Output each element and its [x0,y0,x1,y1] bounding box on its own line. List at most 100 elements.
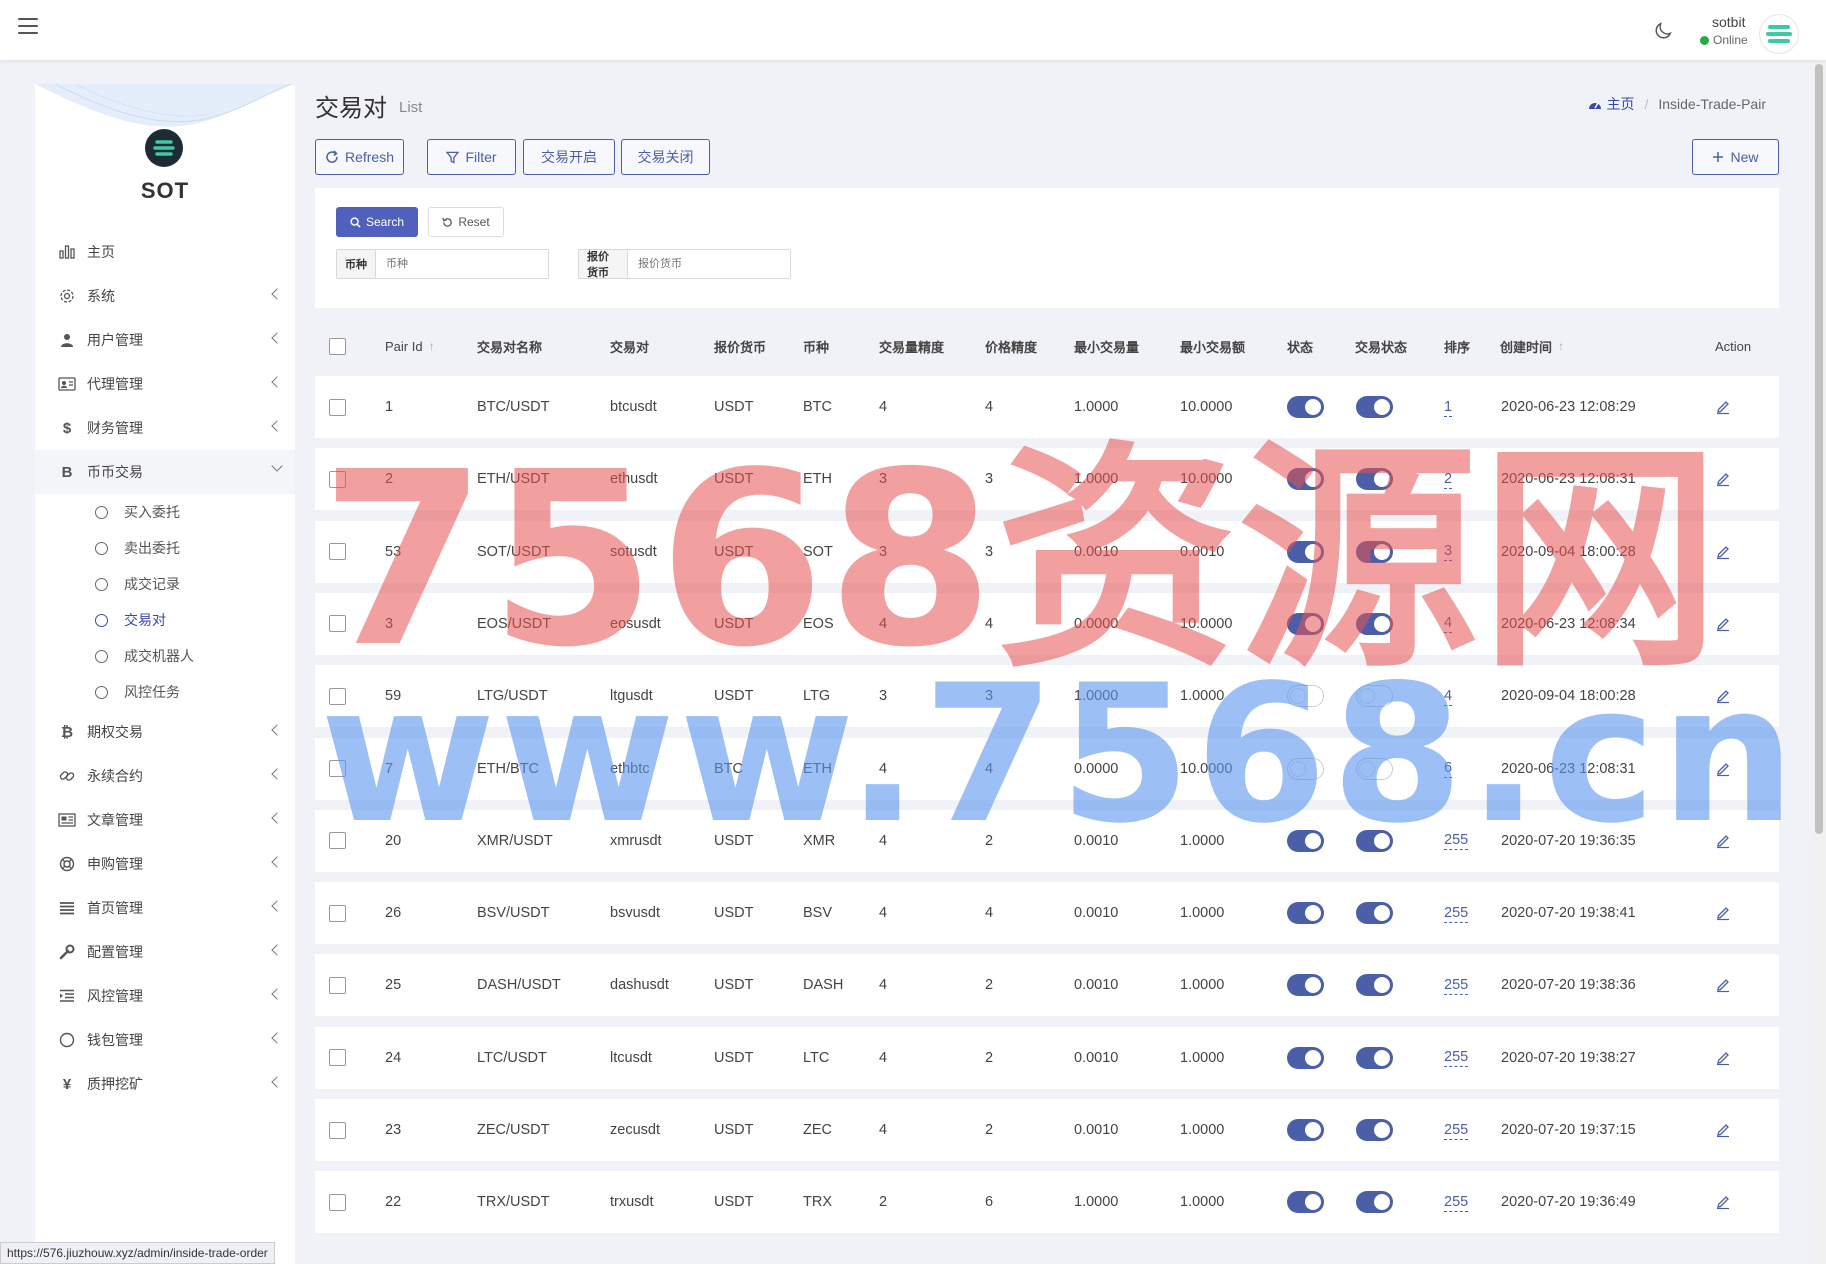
sidebar-item-agents[interactable]: 代理管理 [35,362,295,406]
row-checkbox[interactable] [329,470,346,488]
close-trade-button[interactable]: 交易关闭 [621,139,710,175]
trade-status-toggle[interactable] [1356,1046,1393,1069]
sidebar-item-articles[interactable]: 文章管理 [35,798,295,842]
sort-editable[interactable]: 255 [1444,1121,1469,1140]
trade-status-toggle[interactable] [1356,396,1393,418]
trade-status-toggle[interactable] [1356,685,1393,708]
row-checkbox[interactable] [329,687,346,705]
reset-button[interactable]: Reset [428,207,504,237]
sort-editable[interactable]: 2 [1444,470,1453,489]
trade-status-toggle[interactable] [1356,757,1393,780]
edit-icon[interactable] [1715,688,1731,704]
sidebar-item-coin-trading[interactable]: B 币币交易 [35,450,295,494]
open-trade-button[interactable]: 交易开启 [523,139,615,175]
edit-icon[interactable] [1715,761,1731,777]
status-toggle[interactable] [1287,974,1324,997]
status-toggle[interactable] [1287,685,1324,708]
row-checkbox[interactable] [329,1049,346,1067]
status-toggle[interactable] [1287,757,1324,780]
breadcrumb-home[interactable]: 主页 [1588,94,1634,114]
coin-filter-input[interactable] [376,250,548,278]
dark-mode-moon-icon[interactable] [1652,20,1674,42]
quote-filter-input[interactable] [628,250,790,278]
filter-button[interactable]: Filter [427,139,516,175]
sort-editable[interactable]: 255 [1444,976,1469,995]
page-scrollbar[interactable] [1812,60,1826,1264]
row-checkbox[interactable] [329,615,346,633]
sidebar-subitem-buy-orders[interactable]: 买入委托 [35,494,295,530]
trade-status-toggle[interactable] [1356,829,1393,852]
edit-icon[interactable] [1715,1050,1731,1066]
edit-icon[interactable] [1715,399,1731,415]
sidebar-item-system[interactable]: 系统 [35,274,295,318]
scrollbar-thumb[interactable] [1815,64,1823,834]
row-checkbox[interactable] [329,832,346,850]
sort-editable[interactable]: 4 [1444,614,1453,634]
row-checkbox[interactable] [329,398,346,416]
trade-status-toggle[interactable] [1356,1191,1393,1214]
edit-icon[interactable] [1715,471,1731,487]
trade-status-toggle[interactable] [1356,468,1393,491]
sidebar-subitem-trade-robot[interactable]: 成交机器人 [35,638,295,674]
new-button[interactable]: New [1692,139,1779,175]
row-checkbox[interactable] [329,1193,346,1211]
row-checkbox[interactable] [329,904,346,922]
trade-status-toggle[interactable] [1356,974,1393,997]
trade-status-toggle[interactable] [1356,902,1393,925]
status-toggle[interactable] [1287,1191,1324,1214]
sidebar-item-users[interactable]: 用户管理 [35,318,295,362]
edit-icon[interactable] [1715,616,1731,632]
status-toggle[interactable] [1287,540,1324,563]
cell-price-precision: 6 [985,1194,994,1211]
sidebar-item-wallet[interactable]: 钱包管理 [35,1018,295,1062]
edit-icon[interactable] [1715,1194,1731,1210]
status-toggle[interactable] [1287,1119,1324,1141]
sidebar-subitem-risk-tasks[interactable]: 风控任务 [35,674,295,710]
trade-status-toggle[interactable] [1356,540,1393,563]
refresh-button[interactable]: Refresh [315,139,404,175]
sort-editable[interactable]: 255 [1444,1048,1469,1068]
trade-status-toggle[interactable] [1356,612,1393,635]
edit-icon[interactable] [1715,977,1731,993]
status-toggle[interactable] [1287,829,1324,852]
search-button[interactable]: Search [336,207,418,237]
sidebar-item-finance[interactable]: $ 财务管理 [35,406,295,450]
sidebar-item-staking[interactable]: ¥ 质押挖矿 [35,1062,295,1106]
sidebar-subitem-trade-records[interactable]: 成交记录 [35,566,295,602]
sidebar-item-risk[interactable]: 风控管理 [35,974,295,1018]
sort-editable[interactable]: 6 [1444,759,1453,778]
row-checkbox[interactable] [329,760,346,777]
status-toggle[interactable] [1287,1046,1324,1069]
sort-editable[interactable]: 1 [1444,398,1453,417]
edit-icon[interactable] [1715,1122,1731,1138]
sidebar-item-perpetual[interactable]: 永续合约 [35,754,295,798]
sort-editable[interactable]: 4 [1444,687,1453,706]
sidebar-subitem-trade-pairs[interactable]: 交易对 [35,602,295,638]
avatar[interactable] [1760,15,1798,53]
sort-editable[interactable]: 255 [1444,1193,1469,1212]
menu-toggle-icon[interactable] [18,18,38,36]
sidebar-item-config[interactable]: 配置管理 [35,930,295,974]
select-all-checkbox[interactable] [329,337,346,355]
header-created[interactable]: 创建时间 ↑ [1500,328,1564,364]
sidebar-item-subscriptions[interactable]: 申购管理 [35,842,295,886]
sidebar-item-homepage[interactable]: 首页管理 [35,886,295,930]
sidebar-item-home[interactable]: 主页 [35,230,295,274]
sort-editable[interactable]: 3 [1444,542,1453,562]
status-toggle[interactable] [1287,902,1324,925]
sidebar-subitem-sell-orders[interactable]: 卖出委托 [35,530,295,566]
sort-editable[interactable]: 255 [1444,831,1469,851]
row-checkbox[interactable] [329,543,346,561]
edit-icon[interactable] [1715,905,1731,921]
status-toggle[interactable] [1287,468,1324,491]
row-checkbox[interactable] [329,1121,346,1139]
sidebar-item-options[interactable]: ₿ 期权交易 [35,710,295,754]
edit-icon[interactable] [1715,833,1731,849]
status-toggle[interactable] [1287,396,1324,418]
header-pair-id[interactable]: Pair Id ↑ [385,328,435,364]
edit-icon[interactable] [1715,544,1731,560]
trade-status-toggle[interactable] [1356,1119,1393,1141]
status-toggle[interactable] [1287,612,1324,635]
row-checkbox[interactable] [329,976,346,994]
sort-editable[interactable]: 255 [1444,904,1469,923]
